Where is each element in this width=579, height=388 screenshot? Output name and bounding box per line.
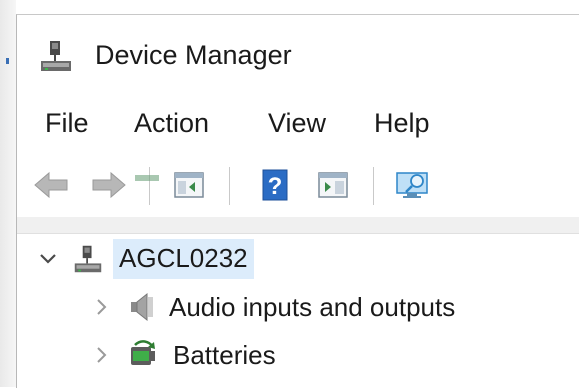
show-hide-console-tree-icon xyxy=(174,172,204,198)
toolbar-separator xyxy=(373,167,374,205)
properties-icon xyxy=(318,172,348,198)
help-icon: ? xyxy=(262,169,288,201)
menu-action[interactable]: Action xyxy=(134,105,209,141)
window-title: Device Manager xyxy=(95,40,292,70)
device-manager-icon xyxy=(39,39,73,73)
background-window-edge xyxy=(0,0,16,387)
tree-item-batteries[interactable]: Batteries xyxy=(91,333,276,377)
tree-item-label: Batteries xyxy=(173,340,276,370)
help-button[interactable]: ? xyxy=(253,165,297,205)
svg-text:?: ? xyxy=(268,173,283,200)
menu-bar: File Action View Help xyxy=(17,99,579,147)
menu-file[interactable]: File xyxy=(45,105,89,141)
device-manager-window: Device Manager File Action View Help ? A… xyxy=(16,14,579,388)
toolbar: ? xyxy=(17,155,579,217)
tree-root-row[interactable]: AGCL0232 xyxy=(37,237,254,281)
show-hide-console-tree-button[interactable] xyxy=(167,165,211,205)
chevron-right-icon[interactable] xyxy=(91,344,113,366)
device-tree: AGCL0232 Audio inputs and outputs Batter… xyxy=(17,237,579,388)
back-icon xyxy=(34,171,68,199)
forward-icon xyxy=(92,171,126,199)
chevron-down-icon[interactable] xyxy=(37,248,59,270)
toolbar-separator xyxy=(149,167,150,205)
partial-next-item-icon xyxy=(135,175,159,181)
computer-icon xyxy=(73,244,103,274)
title-bar: Device Manager xyxy=(17,15,579,95)
battery-icon xyxy=(127,339,161,371)
background-accent-mark xyxy=(6,58,9,64)
properties-button[interactable] xyxy=(311,165,355,205)
scan-hardware-icon xyxy=(396,172,428,198)
menu-view[interactable]: View xyxy=(268,105,326,141)
tree-item-label: Audio inputs and outputs xyxy=(169,292,456,322)
toolbar-separator xyxy=(229,167,230,205)
speaker-icon xyxy=(127,291,157,323)
menu-help[interactable]: Help xyxy=(374,105,430,141)
forward-button[interactable] xyxy=(87,165,131,205)
toolbar-divider xyxy=(17,217,579,234)
scan-hardware-button[interactable] xyxy=(391,165,435,205)
tree-item-audio[interactable]: Audio inputs and outputs xyxy=(91,285,455,329)
chevron-right-icon[interactable] xyxy=(91,296,113,318)
tree-root-label: AGCL0232 xyxy=(113,239,254,279)
back-button[interactable] xyxy=(29,165,73,205)
